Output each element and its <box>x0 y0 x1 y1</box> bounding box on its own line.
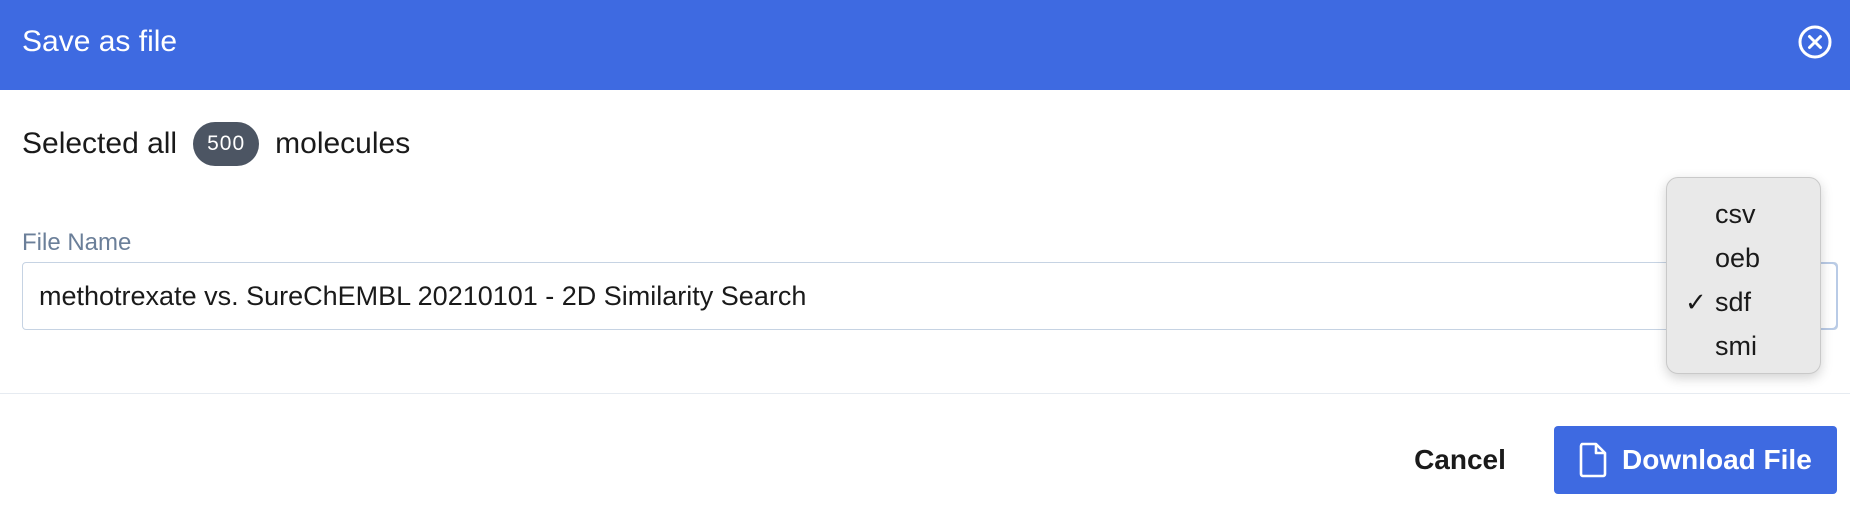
save-as-file-dialog: Save as file Selected all 500 molecules … <box>0 0 1850 512</box>
format-option-smi[interactable]: smi <box>1667 324 1820 368</box>
close-button[interactable] <box>1797 24 1833 60</box>
download-file-label: Download File <box>1622 444 1812 475</box>
format-option-oeb[interactable]: oeb <box>1667 236 1820 280</box>
format-option-label: csv <box>1715 199 1756 229</box>
format-option-label: smi <box>1715 331 1757 361</box>
close-circle-icon <box>1798 25 1832 59</box>
format-option-label: sdf <box>1715 287 1752 317</box>
checkmark-icon: ✓ <box>1685 287 1707 317</box>
file-name-input[interactable] <box>22 262 1838 330</box>
download-file-button[interactable]: Download File <box>1554 426 1837 494</box>
format-option-sdf[interactable]: ✓ sdf <box>1667 280 1820 324</box>
selection-prefix: Selected all <box>22 127 178 160</box>
file-name-label: File Name <box>22 229 132 256</box>
dialog-header: Save as file <box>0 0 1850 90</box>
cancel-button[interactable]: Cancel <box>1394 426 1526 494</box>
file-icon <box>1579 442 1607 478</box>
format-option-label: oeb <box>1715 243 1761 273</box>
dialog-title: Save as file <box>22 25 178 58</box>
selection-suffix: molecules <box>275 127 411 160</box>
selection-summary: Selected all 500 molecules <box>22 122 410 166</box>
format-option-csv[interactable]: csv <box>1667 192 1820 236</box>
format-dropdown-menu: csv oeb ✓ sdf smi <box>1666 177 1821 374</box>
count-badge: 500 <box>193 122 260 166</box>
footer-divider <box>0 393 1850 394</box>
